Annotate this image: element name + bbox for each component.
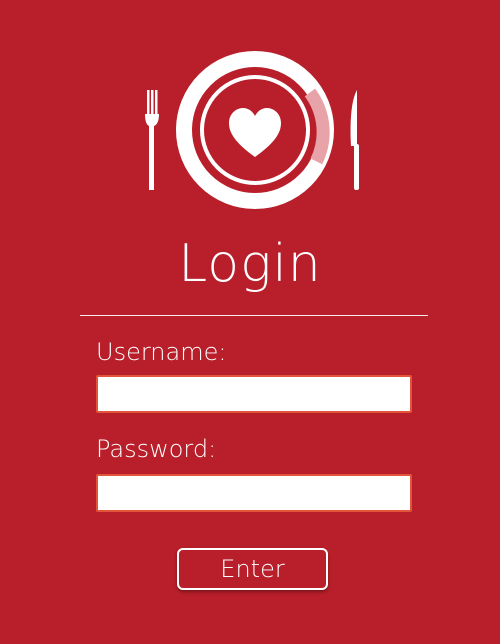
heart-icon bbox=[229, 108, 281, 157]
knife-icon bbox=[350, 90, 359, 190]
page-title: Login bbox=[178, 234, 322, 294]
username-input[interactable] bbox=[96, 375, 412, 413]
password-label: Password: bbox=[96, 435, 217, 463]
password-input[interactable] bbox=[96, 474, 412, 512]
restaurant-logo bbox=[130, 50, 380, 230]
fork-icon bbox=[145, 90, 159, 190]
enter-button[interactable]: Enter bbox=[177, 548, 328, 590]
username-label: Username: bbox=[96, 338, 227, 366]
title-divider bbox=[80, 315, 428, 316]
